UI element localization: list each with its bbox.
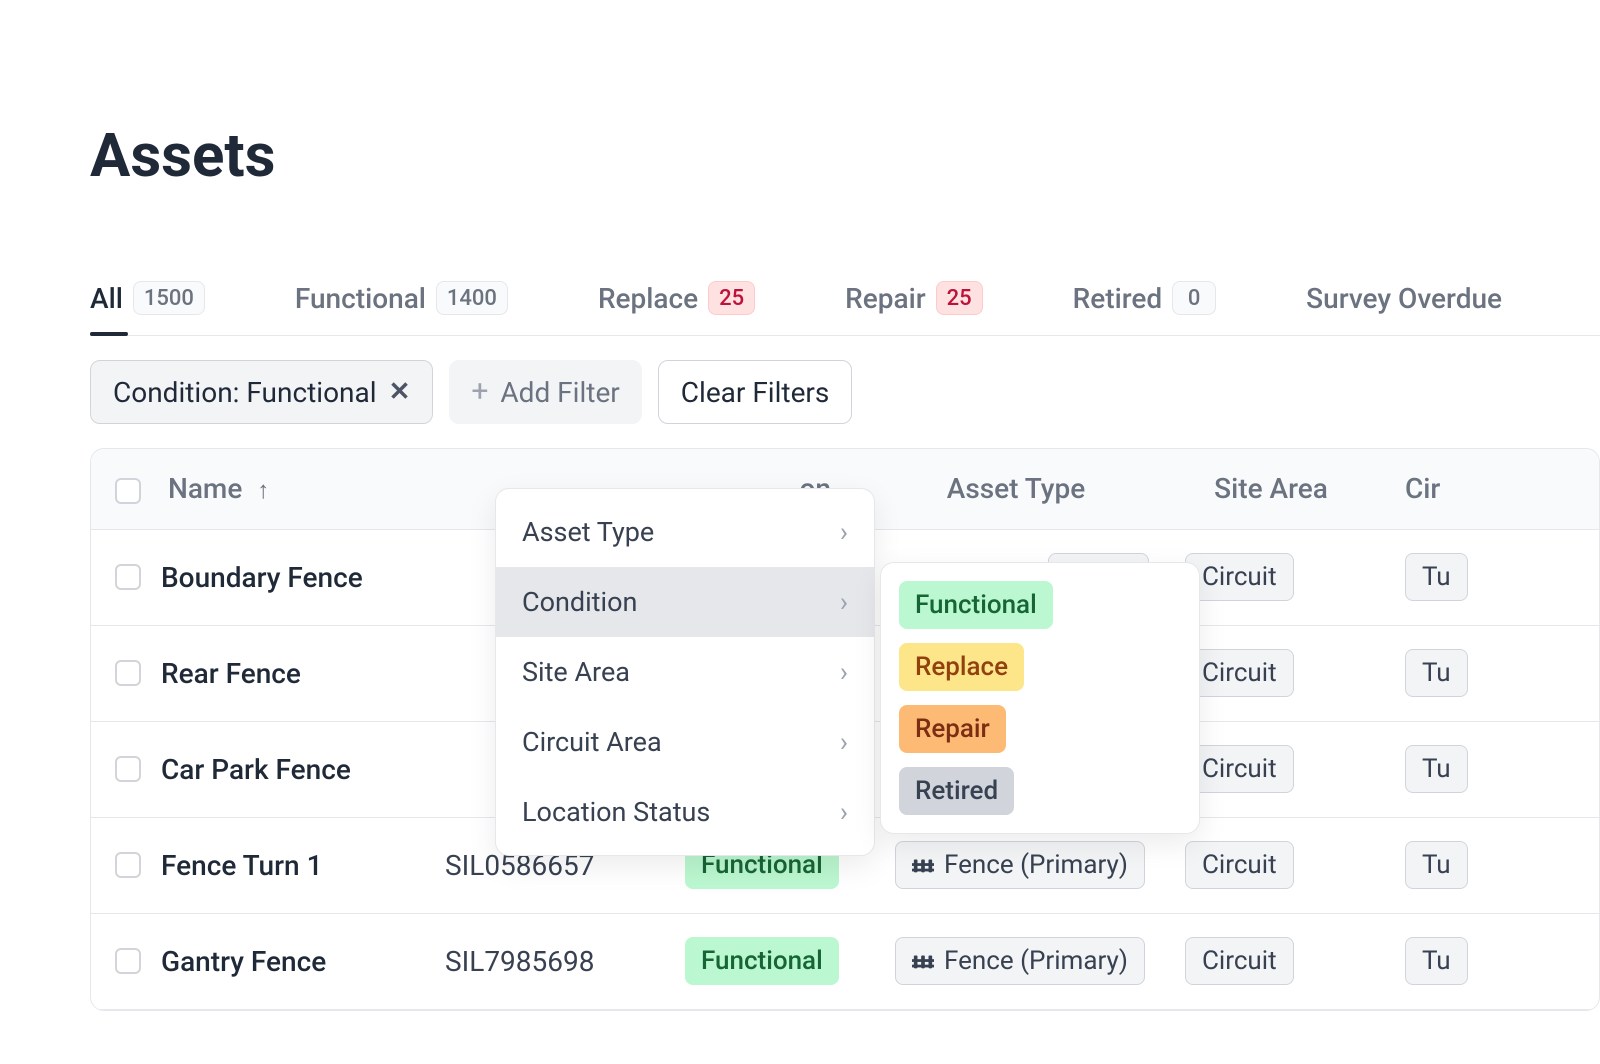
column-label: Cir	[1405, 472, 1440, 505]
tab-label: All	[90, 282, 123, 315]
condition-option-retired[interactable]: Retired	[899, 767, 1014, 815]
condition-option-repair[interactable]: Repair	[899, 705, 1006, 753]
chevron-right-icon: ›	[840, 796, 848, 828]
menu-item-label: Asset Type	[522, 516, 654, 548]
row-checkbox[interactable]	[115, 564, 141, 590]
column-label: Site Area	[1214, 472, 1328, 505]
clear-filters-button[interactable]: Clear Filters	[658, 360, 853, 424]
column-label: Name	[168, 472, 242, 505]
condition-badge: Functional	[685, 937, 839, 985]
tab-label: Functional	[295, 282, 426, 315]
circuit-area-tag: Tu	[1405, 937, 1468, 985]
chevron-right-icon: ›	[840, 586, 848, 618]
tab-retired[interactable]: Retired 0	[1073, 281, 1217, 335]
filter-bar: Condition: Functional ✕ + Add Filter Cle…	[90, 360, 1600, 424]
asset-ref: SIL7985698	[421, 913, 661, 1009]
column-header-circuit-area[interactable]: Cir	[1381, 449, 1600, 529]
menu-item-label: Circuit Area	[522, 726, 662, 758]
add-filter-label: Add Filter	[500, 376, 619, 409]
tab-badge: 25	[708, 281, 755, 315]
filter-chip-condition[interactable]: Condition: Functional ✕	[90, 360, 433, 424]
asset-name: Fence Turn 1	[161, 849, 323, 882]
row-checkbox[interactable]	[115, 852, 141, 878]
site-area-tag: Circuit	[1185, 937, 1294, 985]
tab-label: Survey Overdue	[1306, 282, 1502, 315]
row-checkbox[interactable]	[115, 948, 141, 974]
tab-badge: 1500	[133, 281, 205, 315]
tab-functional[interactable]: Functional 1400	[295, 281, 508, 335]
tab-badge: 0	[1172, 281, 1216, 315]
page-title: Assets	[90, 120, 1600, 191]
add-filter-button[interactable]: + Add Filter	[449, 360, 641, 424]
sort-ascending-icon: ↑	[257, 476, 269, 504]
menu-item-label: Condition	[522, 586, 637, 618]
circuit-area-tag: Tu	[1405, 649, 1468, 697]
tab-badge: 25	[936, 281, 983, 315]
tab-label: Replace	[598, 282, 698, 315]
tab-all[interactable]: All 1500	[90, 281, 205, 335]
column-header-site-area[interactable]: Site Area	[1161, 449, 1381, 529]
tab-survey-overdue[interactable]: Survey Overdue	[1306, 281, 1502, 335]
menu-item-location-status[interactable]: Location Status ›	[496, 777, 874, 847]
circuit-area-tag: Tu	[1405, 841, 1468, 889]
tab-label: Retired	[1073, 282, 1163, 315]
plus-icon: +	[471, 377, 488, 407]
filter-condition-submenu[interactable]: Functional Replace Repair Retired	[880, 562, 1200, 834]
row-checkbox[interactable]	[115, 756, 141, 782]
chevron-right-icon: ›	[840, 726, 848, 758]
tab-badge: 1400	[436, 281, 508, 315]
asset-name: Car Park Fence	[161, 753, 351, 786]
asset-type-tag: Fence (Primary)	[895, 937, 1145, 985]
filter-type-menu[interactable]: Asset Type › Condition › Site Area › Cir…	[495, 488, 875, 856]
asset-type-tag: Fence (Primary)	[895, 841, 1145, 889]
menu-item-circuit-area[interactable]: Circuit Area ›	[496, 707, 874, 777]
menu-item-asset-type[interactable]: Asset Type ›	[496, 497, 874, 567]
site-area-tag: Circuit	[1185, 841, 1294, 889]
tabs: All 1500 Functional 1400 Replace 25 Repa…	[90, 281, 1600, 336]
chevron-right-icon: ›	[840, 516, 848, 548]
column-header-name[interactable]: Name ↑	[91, 449, 421, 529]
asset-name: Boundary Fence	[161, 561, 363, 594]
close-icon[interactable]: ✕	[389, 377, 411, 407]
menu-item-site-area[interactable]: Site Area ›	[496, 637, 874, 707]
table-row[interactable]: Gantry Fence SIL7985698 Functional Fence (P…	[91, 913, 1600, 1009]
site-area-tag: Circuit	[1185, 649, 1294, 697]
column-header-asset-type[interactable]: Asset Type	[871, 449, 1161, 529]
tab-label: Repair	[845, 282, 926, 315]
select-all-checkbox[interactable]	[115, 478, 141, 504]
menu-item-label: Location Status	[522, 796, 710, 828]
chevron-right-icon: ›	[840, 656, 848, 688]
circuit-area-tag: Tu	[1405, 553, 1468, 601]
condition-option-functional[interactable]: Functional	[899, 581, 1053, 629]
asset-name: Rear Fence	[161, 657, 301, 690]
row-checkbox[interactable]	[115, 660, 141, 686]
tab-repair[interactable]: Repair 25	[845, 281, 983, 335]
menu-item-condition[interactable]: Condition ›	[496, 567, 874, 637]
site-area-tag: Circuit	[1185, 553, 1294, 601]
circuit-area-tag: Tu	[1405, 745, 1468, 793]
tab-replace[interactable]: Replace 25	[598, 281, 755, 335]
column-label: Asset Type	[947, 472, 1086, 505]
clear-filters-label: Clear Filters	[681, 376, 830, 409]
condition-option-replace[interactable]: Replace	[899, 643, 1024, 691]
menu-item-label: Site Area	[522, 656, 630, 688]
site-area-tag: Circuit	[1185, 745, 1294, 793]
filter-chip-label: Condition: Functional	[113, 376, 377, 409]
asset-name: Gantry Fence	[161, 945, 326, 978]
